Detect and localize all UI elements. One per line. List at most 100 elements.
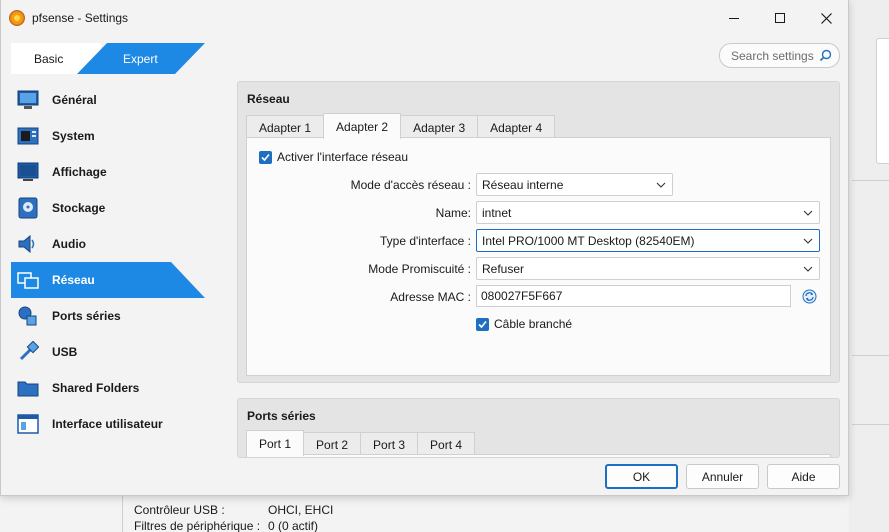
maximize-button[interactable] [757,0,803,36]
sidebar-item-usb[interactable]: USB [11,334,205,370]
network-section-title: Réseau [247,92,290,106]
adapter-type-select[interactable]: Intel PRO/1000 MT Desktop (82540EM) [476,229,820,252]
close-button[interactable] [803,0,849,36]
sidebar-item-label: Shared Folders [52,381,140,395]
enable-adapter-checkbox[interactable] [259,150,272,164]
app-icon [9,10,25,26]
settings-sidebar: Général System Affichage Stockage Audio … [11,82,205,442]
attached-to-select[interactable]: Réseau interne [476,173,673,196]
sidebar-item-label: System [52,129,95,143]
system-icon [16,124,40,148]
maximize-icon [775,13,785,23]
chevron-down-icon [803,210,813,216]
promiscuous-mode-value: Refuser [482,261,525,276]
attached-to-value: Réseau interne [482,177,564,192]
sidebar-item-network[interactable]: Réseau [11,262,205,298]
adapter-panel: Activer l'interface réseau Mode d'accès … [246,137,831,376]
sidebar-item-system[interactable]: System [11,118,205,154]
tab-adapter-4[interactable]: Adapter 4 [477,115,556,139]
tab-port-4[interactable]: Port 4 [417,432,476,456]
checkmark-icon [478,320,487,328]
cancel-button[interactable]: Annuler [686,464,759,489]
search-placeholder: Search settings [731,48,814,63]
chevron-down-icon [656,182,666,188]
sidebar-item-shared-folders[interactable]: Shared Folders [11,370,205,406]
shared-folders-icon [16,376,40,400]
cable-connected-checkbox[interactable] [476,317,489,331]
promiscuous-mode-select[interactable]: Refuser [476,257,820,280]
regenerate-mac-button[interactable] [800,287,818,305]
serial-ports-section: Ports séries Port 1 Port 2 Port 3 Port 4 [237,398,840,458]
serial-port-panel [246,454,831,457]
adapter-tabs: Adapter 1 Adapter 2 Adapter 3 Adapter 4 [246,113,556,139]
tab-adapter-3[interactable]: Adapter 3 [400,115,479,139]
tab-adapter-1[interactable]: Adapter 1 [246,115,325,139]
mac-address-label: Adresse MAC : [390,290,471,304]
serial-port-tabs: Port 1 Port 2 Port 3 Port 4 [246,430,476,456]
user-interface-icon [16,412,40,436]
mac-address-value: 080027F5F667 [481,289,563,303]
help-button[interactable]: Aide [767,464,840,489]
network-name-select[interactable]: intnet [476,201,820,224]
attached-to-label: Mode d'accès réseau : [350,178,471,192]
cable-connected-row[interactable]: Câble branché [476,313,572,335]
ok-button[interactable]: OK [605,464,678,489]
sidebar-item-display[interactable]: Affichage [11,154,205,190]
name-label: Name: [435,206,471,220]
network-section: Réseau Adapter 1 Adapter 2 Adapter 3 Ada… [237,81,840,383]
usb-controller-row: Contrôleur USB : OHCI, EHCI [134,503,333,517]
search-icon [819,49,832,62]
sidebar-item-user-interface[interactable]: Interface utilisateur [11,406,205,442]
enable-adapter-row[interactable]: Activer l'interface réseau [259,146,408,168]
general-icon [16,88,40,112]
adapter-type-label: Type d'interface : [379,234,471,248]
sidebar-item-label: Ports séries [52,309,121,323]
sidebar-item-audio[interactable]: Audio [11,226,205,262]
search-field[interactable]: Search settings [719,43,840,68]
serial-ports-icon [16,304,40,328]
tab-port-3[interactable]: Port 3 [360,432,419,456]
device-filters-row: Filtres de périphérique : 0 (0 actif) [134,519,318,532]
network-icon [16,268,40,292]
adapter-type-value: Intel PRO/1000 MT Desktop (82540EM) [482,233,695,248]
tab-port-2[interactable]: Port 2 [303,432,362,456]
sidebar-item-label: USB [52,345,78,359]
background-divider [852,355,889,356]
sidebar-item-label: Interface utilisateur [52,417,163,431]
sidebar-item-label: Affichage [52,165,107,179]
tab-adapter-2[interactable]: Adapter 2 [323,113,402,139]
usb-controller-label: Contrôleur USB : [134,503,225,517]
chevron-down-icon [803,238,813,244]
background-divider [852,424,889,425]
checkmark-icon [261,153,270,161]
device-filters-label: Filtres de périphérique : [134,519,261,532]
background-preview-box [876,38,889,164]
serial-ports-section-title: Ports séries [247,409,316,423]
sidebar-item-label: Audio [52,237,86,251]
promiscuous-mode-label: Mode Promiscuité : [368,262,471,276]
sidebar-item-label: Stockage [52,201,106,215]
chevron-down-icon [803,266,813,272]
cable-connected-label: Câble branché [494,317,573,331]
sidebar-item-storage[interactable]: Stockage [11,190,205,226]
sidebar-item-label: Réseau [52,273,95,287]
network-name-value: intnet [482,205,512,220]
close-icon [820,12,832,24]
mac-address-field[interactable]: 080027F5F667 [476,285,791,307]
title-bar: pfsense - Settings [1,0,848,36]
sidebar-item-serial-ports[interactable]: Ports séries [11,298,205,334]
audio-icon [16,232,40,256]
usb-controller-value: OHCI, EHCI [268,503,334,517]
settings-dialog: pfsense - Settings Basic Expert Search s… [0,0,849,496]
sidebar-item-general[interactable]: Général [11,82,205,118]
storage-icon [16,196,40,220]
display-icon [16,160,40,184]
tab-port-1[interactable]: Port 1 [246,430,305,456]
device-filters-value: 0 (0 actif) [268,519,319,532]
minimize-icon [729,17,739,19]
minimize-button[interactable] [711,0,757,36]
refresh-icon [802,289,816,303]
usb-icon [16,340,40,364]
sidebar-item-label: Général [52,93,97,107]
mode-switcher: Basic Expert [11,43,205,74]
